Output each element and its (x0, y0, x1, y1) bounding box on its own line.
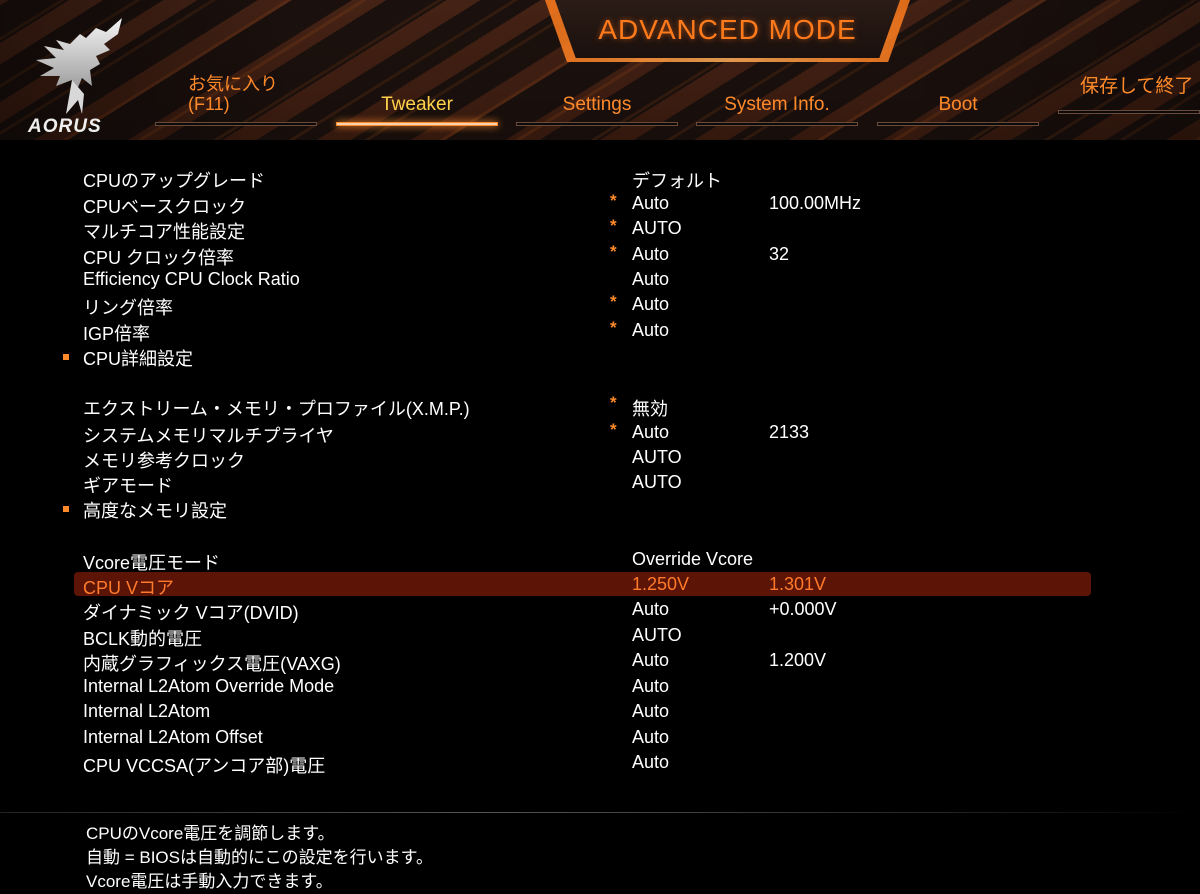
setting-row-xmp[interactable]: エクストリーム・メモリ・プロファイル(X.M.P.) * 無効 (0, 393, 1200, 421)
setting-row-efficiency-ratio[interactable]: Efficiency CPU Clock Ratio Auto (0, 267, 1200, 292)
setting-name: CPUのアップグレード (83, 171, 266, 191)
modified-star-icon: * (610, 292, 617, 311)
setting-row-bclk-voltage[interactable]: BCLK動的電圧 AUTO (0, 623, 1200, 649)
tab-tweaker[interactable]: Tweaker (336, 68, 498, 128)
setting-value[interactable]: Auto (632, 269, 669, 290)
mode-title[interactable]: ADVANCED MODE (555, 14, 900, 46)
setting-value[interactable]: Auto (632, 727, 669, 748)
setting-name: Internal L2Atom Override Mode (83, 676, 335, 696)
tab-favorites-key: (F11) (188, 94, 230, 114)
setting-row-cpu-ratio[interactable]: CPU クロック倍率 * Auto 32 (0, 242, 1200, 268)
tab-underline (516, 122, 678, 126)
setting-value[interactable]: デフォルト (632, 167, 722, 193)
setting-row-l2atom-override[interactable]: Internal L2Atom Override Mode Auto (0, 674, 1200, 699)
help-panel: CPUのVcore電圧を調節します。 自動 = BIOSは自動的にこの設定を行い… (86, 822, 433, 894)
setting-row-vcore-mode[interactable]: Vcore電圧モード Override Vcore (0, 547, 1200, 573)
tab-save-exit[interactable]: 保存して終了 (1058, 62, 1200, 122)
setting-current-value: 2133 (769, 422, 810, 442)
modified-star-icon: * (610, 393, 617, 412)
tab-settings-label: Settings (562, 94, 632, 115)
submenu-cpu-advanced[interactable]: CPU詳細設定 (0, 343, 1200, 369)
tab-favorites-label: お気に入り (188, 74, 278, 94)
submenu-name: 高度なメモリ設定 (83, 501, 227, 521)
setting-row-l2atom-offset[interactable]: Internal L2Atom Offset Auto (0, 725, 1200, 750)
setting-value[interactable]: AUTO (632, 472, 682, 493)
setting-row-memory-ref-clock[interactable]: メモリ参考クロック AUTO (0, 445, 1200, 471)
help-divider (0, 812, 1200, 813)
setting-row-multicore[interactable]: マルチコア性能設定 * AUTO (0, 216, 1200, 242)
setting-value[interactable]: Auto (632, 193, 669, 214)
tab-underline (1058, 110, 1200, 114)
setting-value[interactable]: Auto (632, 244, 669, 265)
setting-value[interactable]: Auto (632, 701, 669, 722)
setting-row-igp-ratio[interactable]: IGP倍率 * Auto (0, 318, 1200, 344)
submenu-bullet-icon (63, 506, 69, 512)
setting-current-value: +0.000V (769, 599, 837, 619)
setting-row-vccsa[interactable]: CPU VCCSA(アンコア部)電圧 Auto (0, 750, 1200, 776)
setting-value[interactable]: Auto (632, 599, 669, 620)
setting-current-value: 1.301V (769, 574, 827, 594)
tab-underline (877, 122, 1039, 126)
modified-star-icon: * (610, 420, 617, 439)
tab-underline-active (336, 122, 498, 126)
setting-row-memory-multiplier[interactable]: システムメモリマルチプライヤ * Auto 2133 (0, 420, 1200, 446)
setting-row-cpu-base-clock[interactable]: CPUベースクロック * Auto 100.00MHz (0, 191, 1200, 217)
tab-boot-label: Boot (938, 94, 978, 115)
submenu-advanced-memory[interactable]: 高度なメモリ設定 (0, 495, 1200, 521)
setting-current-value: 100.00MHz (769, 193, 862, 213)
setting-name: マルチコア性能設定 (83, 222, 245, 242)
tab-settings[interactable]: Settings (516, 68, 678, 128)
submenu-name: CPU詳細設定 (83, 349, 194, 369)
setting-current-value: 1.200V (769, 650, 827, 670)
tab-system-info[interactable]: System Info. (696, 68, 858, 128)
setting-value[interactable]: Auto (632, 422, 669, 443)
setting-row-l2atom[interactable]: Internal L2Atom Auto (0, 699, 1200, 724)
modified-star-icon: * (610, 216, 617, 235)
setting-row-vaxg[interactable]: 内蔵グラフィックス電圧(VAXG) Auto 1.200V (0, 648, 1200, 674)
setting-value[interactable]: AUTO (632, 447, 682, 468)
setting-value[interactable]: Auto (632, 752, 669, 773)
setting-name: CPU VCCSA(アンコア部)電圧 (83, 756, 326, 776)
setting-value[interactable]: AUTO (632, 625, 682, 646)
tab-save-exit-label: 保存して終了 (1080, 76, 1194, 97)
setting-row-ring-ratio[interactable]: リング倍率 * Auto (0, 292, 1200, 318)
modified-star-icon: * (610, 318, 617, 337)
tab-underline (696, 122, 858, 126)
tab-tweaker-label: Tweaker (381, 94, 453, 115)
header-banner: ADVANCED MODE AORUS お気に入り (F11) Tweaker … (0, 0, 1200, 140)
setting-row-dynamic-vcore[interactable]: ダイナミック Vコア(DVID) Auto +0.000V (0, 597, 1200, 623)
setting-row-cpu-upgrade[interactable]: CPUのアップグレード デフォルト (0, 165, 1200, 193)
tab-system-info-label: System Info. (724, 94, 830, 115)
setting-name: Efficiency CPU Clock Ratio (83, 269, 300, 289)
tab-underline (155, 122, 317, 126)
setting-name: Internal L2Atom Offset (83, 727, 263, 747)
setting-value[interactable]: Auto (632, 294, 669, 315)
modified-star-icon: * (610, 191, 617, 210)
setting-name: リング倍率 (83, 298, 173, 318)
modified-star-icon: * (610, 242, 617, 261)
tab-favorites[interactable]: お気に入り (F11) (155, 68, 317, 128)
help-line: CPUのVcore電圧を調節します。 (86, 824, 335, 843)
help-line: Vcore電圧は手動入力できます。 (86, 872, 333, 891)
help-line: 自動 = BIOSは自動的にこの設定を行います。 (86, 848, 433, 867)
setting-value[interactable]: AUTO (632, 218, 682, 239)
setting-value[interactable]: 無効 (632, 395, 668, 421)
setting-value[interactable]: Override Vcore (632, 549, 753, 570)
setting-value[interactable]: Auto (632, 320, 669, 341)
setting-row-gear-mode[interactable]: ギアモード AUTO (0, 470, 1200, 496)
setting-current-value: 32 (769, 244, 790, 264)
setting-name: エクストリーム・メモリ・プロファイル(X.M.P.) (83, 399, 470, 419)
setting-value[interactable]: Auto (632, 650, 669, 671)
setting-value[interactable]: Auto (632, 676, 669, 697)
submenu-bullet-icon (63, 354, 69, 360)
setting-name: ダイナミック Vコア(DVID) (83, 603, 299, 623)
aorus-wordmark: AORUS (28, 116, 102, 137)
selection-highlight (74, 572, 1091, 596)
setting-row-cpu-vcore-selected[interactable]: CPU Vコア 1.250V 1.301V (0, 572, 1200, 598)
tab-boot[interactable]: Boot (877, 68, 1039, 128)
setting-name: 内蔵グラフィックス電圧(VAXG) (83, 654, 341, 674)
setting-name: Internal L2Atom (83, 701, 211, 721)
setting-value[interactable]: 1.250V (632, 574, 689, 595)
